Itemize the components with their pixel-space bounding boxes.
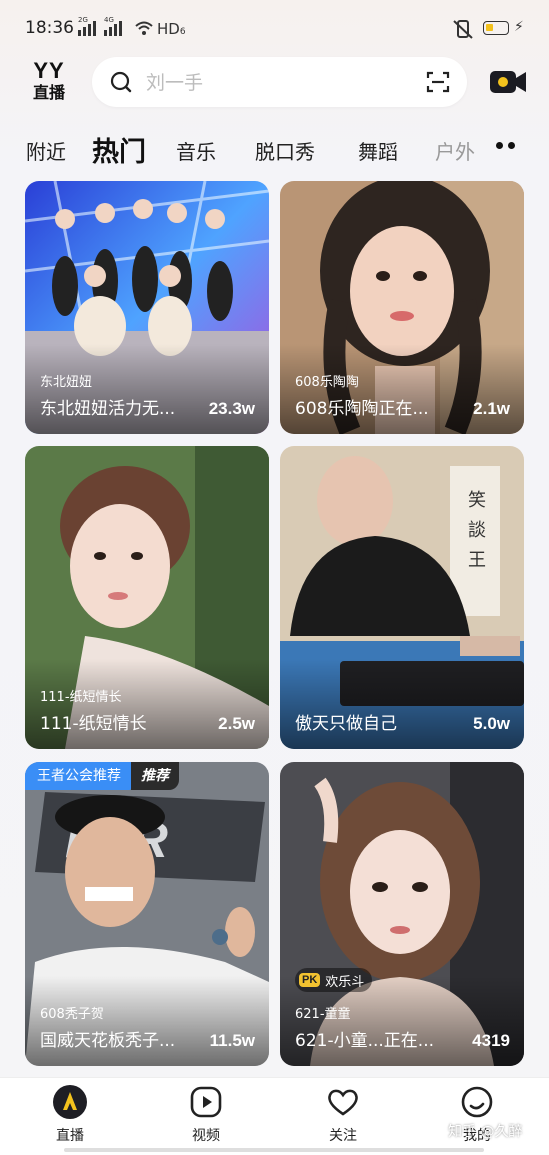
viewer-count: 2.5w xyxy=(218,714,255,733)
anchor-name: 608乐陶陶 xyxy=(295,375,359,390)
nav-follow-label: 关注 xyxy=(329,1128,357,1144)
sim2-label: 4G xyxy=(104,16,114,24)
watermark: 知乎 @久醉 xyxy=(448,1124,523,1140)
tab-nearby[interactable]: 附近 xyxy=(26,136,66,165)
tab-outdoor[interactable]: 户外 xyxy=(435,136,475,165)
viewer-count: 11.5w xyxy=(209,1031,255,1050)
viewer-count: 23.3w xyxy=(208,399,255,418)
stream-title: 国威天花板秃子... xyxy=(40,1031,176,1051)
stream-title: 傲天只做自己 xyxy=(295,714,397,734)
search-bar[interactable] xyxy=(92,57,467,107)
heart-icon xyxy=(325,1084,361,1120)
sim1-label: 2G xyxy=(78,16,88,24)
tab-talk-show[interactable]: 脱口秀 xyxy=(255,136,315,165)
svg-text:談: 談 xyxy=(468,520,486,541)
charging-icon: ⚡ xyxy=(514,19,524,35)
live-camera-icon[interactable] xyxy=(489,67,527,97)
search-input[interactable] xyxy=(144,67,408,99)
signal-icon-sim1: 2G xyxy=(78,16,96,36)
profile-icon xyxy=(459,1084,495,1120)
live-card[interactable]: 东北妞妞 东北妞妞活力无... 23.3w xyxy=(25,181,269,434)
live-card[interactable]: PER 王者公会推荐 推荐 608秃子贺 国威天花板秃子... 11.5w xyxy=(25,762,269,1066)
battery-icon xyxy=(483,21,509,35)
signal-icon-sim2: 4G xyxy=(104,16,122,36)
network-text: HD xyxy=(157,20,180,38)
more-tabs-icon[interactable] xyxy=(496,142,520,152)
nav-follow[interactable]: 关注 xyxy=(303,1084,383,1145)
anchor-name: 621-童童 xyxy=(295,1007,351,1022)
tab-hot[interactable]: 热门 xyxy=(92,130,146,169)
vibrate-mute-icon xyxy=(453,20,473,39)
video-play-icon xyxy=(188,1084,224,1120)
live-card[interactable]: 笑 談 王 傲天只做自己 5.0w xyxy=(280,446,524,749)
nav-live[interactable]: 直播 xyxy=(30,1084,110,1145)
pk-icon: PK xyxy=(299,973,321,987)
tab-dance[interactable]: 舞蹈 xyxy=(358,136,398,165)
card-shade xyxy=(280,659,524,749)
pk-label: 欢乐斗 xyxy=(325,974,365,990)
viewer-count: 2.1w xyxy=(473,399,510,418)
status-time: 18:36 xyxy=(25,18,74,38)
status-bar: 18:36 2G 4G HD6 ⚡ xyxy=(0,0,549,56)
anchor-name: 东北妞妞 xyxy=(40,375,93,390)
recommend-tag: 推荐 xyxy=(131,762,179,790)
live-card[interactable]: 111-纸短情长 111-纸短情长 2.5w xyxy=(25,446,269,749)
logo-text-bottom: 直播 xyxy=(32,83,65,102)
live-card[interactable]: 608乐陶陶 608乐陶陶正在... 2.1w xyxy=(280,181,524,434)
network-label: HD6 xyxy=(157,20,186,38)
anchor-name: 608秃子贺 xyxy=(40,1007,104,1022)
app-logo[interactable]: YY 直播 xyxy=(26,60,72,106)
category-tabs: 附近 热门 音乐 脱口秀 舞蹈 户外 xyxy=(0,128,549,172)
viewer-count: 4319 xyxy=(472,1031,510,1050)
live-card[interactable]: PK 欢乐斗 621-童童 621-小童...正在... 4319 xyxy=(280,762,524,1066)
tab-music[interactable]: 音乐 xyxy=(176,136,216,165)
guild-recommend-label: 王者公会推荐 xyxy=(25,762,131,790)
nav-video[interactable]: 视频 xyxy=(166,1084,246,1145)
stream-title: 621-小童...正在... xyxy=(295,1031,435,1051)
stream-title: 608乐陶陶正在... xyxy=(295,399,429,419)
nav-live-label: 直播 xyxy=(56,1128,84,1144)
viewer-count: 5.0w xyxy=(473,714,510,733)
pk-badge: PK 欢乐斗 xyxy=(295,968,373,992)
network-suffix: 6 xyxy=(179,27,186,37)
stream-title: 东北妞妞活力无... xyxy=(40,399,176,419)
search-icon xyxy=(110,71,132,93)
svg-text:王: 王 xyxy=(468,550,486,571)
nav-video-label: 视频 xyxy=(192,1128,220,1144)
stream-title: 111-纸短情长 xyxy=(40,714,147,734)
bottom-nav: 直播 视频 关注 我的 xyxy=(0,1077,549,1155)
wifi-icon xyxy=(135,21,153,35)
svg-text:笑: 笑 xyxy=(468,490,486,511)
live-icon xyxy=(52,1084,88,1120)
home-indicator xyxy=(64,1148,484,1152)
anchor-name: 111-纸短情长 xyxy=(40,690,122,705)
logo-text-top: YY xyxy=(33,58,65,83)
scan-icon[interactable] xyxy=(426,70,450,94)
recommend-badge: 王者公会推荐 推荐 xyxy=(25,762,179,790)
